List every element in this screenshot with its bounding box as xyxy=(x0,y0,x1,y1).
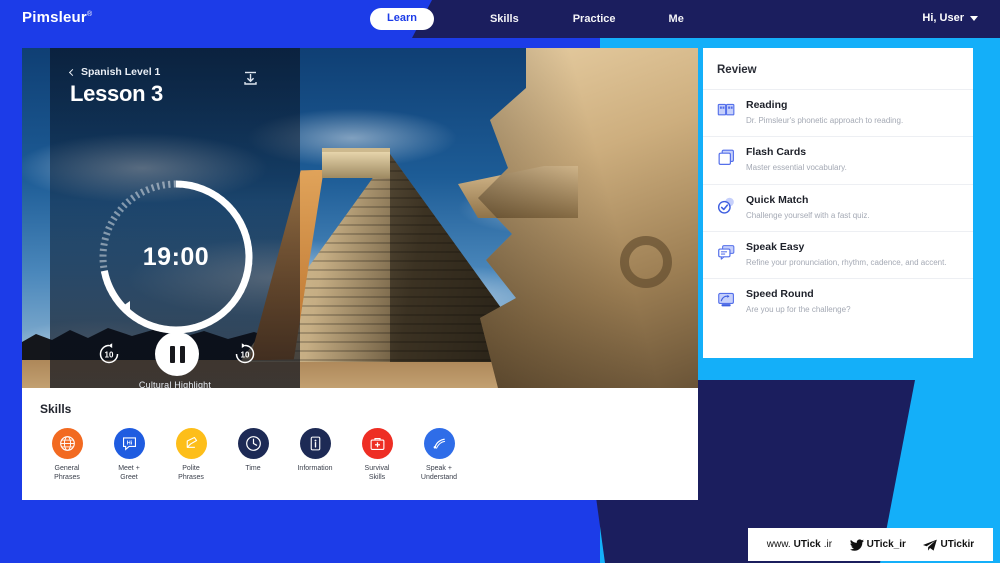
telegram-icon xyxy=(923,539,938,551)
review-item-description: Dr. Pimsleur's phonetic approach to read… xyxy=(746,116,904,126)
review-item[interactable]: Quick Match Challenge yourself with a fas… xyxy=(703,183,973,231)
review-item-text: Reading Dr. Pimsleur's phonetic approach … xyxy=(746,99,903,126)
review-item-name: Speak Easy xyxy=(746,240,805,253)
review-item-description: Refine your pronunciation, rhythm, caden… xyxy=(746,258,947,268)
review-item-description: Are you up for the challenge? xyxy=(746,305,851,315)
review-title: Review xyxy=(717,64,757,76)
nav-links: Learn Skills Practice Me xyxy=(370,0,684,38)
forward-10-button[interactable]: 10 xyxy=(231,340,259,368)
review-panel: Review Reading Dr. Pimsleur's phonetic ap… xyxy=(703,48,973,358)
book-icon xyxy=(717,99,737,125)
skill-label: Speak + Understand xyxy=(420,465,458,482)
skill-item[interactable]: Speak + Understand xyxy=(408,428,470,483)
skill-label: General Phrases xyxy=(54,465,80,482)
review-item[interactable]: Speak Easy Refine your pronunciation, rhy… xyxy=(703,230,973,278)
chevron-down-icon xyxy=(970,15,978,21)
chat-icon xyxy=(717,241,737,267)
chevron-left-icon xyxy=(68,68,77,76)
skill-item[interactable]: Information xyxy=(284,428,346,483)
pause-bar-right xyxy=(179,345,185,363)
lesson-card: Spanish Level 1 Lesson 3 19:00 10 10 Cul… xyxy=(22,48,698,500)
sound-wave-icon xyxy=(423,428,455,459)
info-board-icon xyxy=(299,428,331,459)
skill-label: Survival Skills xyxy=(364,465,390,482)
skills-section: Skills General Phrases Hi Meet + Greet Polite… xyxy=(22,388,698,500)
skill-item[interactable]: Survival Skills xyxy=(346,428,408,483)
tab-practice[interactable]: Practice xyxy=(573,13,616,25)
hand-wave-icon xyxy=(175,428,207,459)
lesson-timer: 19:00 xyxy=(92,173,260,341)
skill-item[interactable]: General Phrases xyxy=(36,428,98,483)
lesson-hero-image: Spanish Level 1 Lesson 3 19:00 10 10 Cul… xyxy=(22,48,698,388)
watermark-telegram: UTickir xyxy=(923,539,974,551)
timer-position-marker xyxy=(123,301,130,311)
watermark-twitter: UTick_ir xyxy=(849,538,906,551)
skill-item[interactable]: Hi Meet + Greet xyxy=(98,428,160,483)
playback-controls: 10 10 xyxy=(77,331,277,377)
review-item-name: Quick Match xyxy=(746,193,809,206)
tab-me[interactable]: Me xyxy=(669,13,684,25)
user-menu[interactable]: Hi, User xyxy=(922,12,978,24)
speech-bubble-icon: Hi xyxy=(113,428,145,459)
review-item-text: Speak Easy Refine your pronunciation, rhy… xyxy=(746,241,947,268)
user-menu-label: Hi, User xyxy=(922,12,964,24)
download-icon[interactable] xyxy=(244,71,257,90)
rewind-10-button[interactable]: 10 xyxy=(95,340,123,368)
registered-mark: ® xyxy=(86,11,93,18)
cards-icon xyxy=(717,146,737,172)
watermark-website: www. UTick .ir xyxy=(767,539,832,550)
svg-text:Hi: Hi xyxy=(126,440,132,446)
svg-text:10: 10 xyxy=(105,351,114,360)
review-item[interactable]: Speed Round Are you up for the challenge? xyxy=(703,278,973,325)
watermark-site-prefix: www. xyxy=(766,539,791,550)
skill-label: Polite Phrases xyxy=(178,465,204,482)
skill-label: Information xyxy=(297,465,333,472)
review-item-text: Flash Cards Master essential vocabulary. xyxy=(746,146,847,173)
app-logo[interactable]: Pimsleur® xyxy=(22,9,92,26)
breadcrumb-label: Spanish Level 1 xyxy=(81,66,161,78)
review-item[interactable]: Flash Cards Master essential vocabulary. xyxy=(703,136,973,183)
skill-item[interactable]: Polite Phrases xyxy=(160,428,222,483)
review-item-text: Speed Round Are you up for the challenge? xyxy=(746,288,851,315)
review-item[interactable]: Reading Dr. Pimsleur's phonetic approach … xyxy=(703,89,973,136)
watermark-site-tld: .ir xyxy=(823,539,833,550)
svg-text:10: 10 xyxy=(241,351,250,360)
skill-label: Time xyxy=(245,465,261,472)
speed-screen-icon xyxy=(717,288,737,314)
review-item-text: Quick Match Challenge yourself with a fas… xyxy=(746,194,870,221)
skill-label: Meet + Greet xyxy=(118,465,140,482)
skills-row: General Phrases Hi Meet + Greet Polite Phrases… xyxy=(22,428,698,483)
review-item-name: Reading xyxy=(746,99,788,111)
watermark-twitter-label: UTick_ir xyxy=(866,539,906,550)
logo-text: Pimsleur xyxy=(22,9,87,26)
hero-caption: Cultural Highlight xyxy=(138,380,212,388)
review-item-description: Master essential vocabulary. xyxy=(746,163,847,173)
tab-learn[interactable]: Learn xyxy=(370,8,434,30)
top-navigation-bar: Pimsleur® Learn Skills Practice Me Hi, U… xyxy=(0,0,1000,38)
review-item-name: Speed Round xyxy=(746,288,814,301)
pause-bar-left xyxy=(169,345,175,363)
skill-item[interactable]: Time xyxy=(222,428,284,483)
watermark-bar: www. UTick .ir UTick_ir UTickir xyxy=(748,528,993,561)
play-pause-button[interactable] xyxy=(155,332,199,376)
timer-value: 19:00 xyxy=(142,242,210,271)
twitter-icon xyxy=(849,538,864,551)
globe-icon xyxy=(51,428,83,459)
review-list: Reading Dr. Pimsleur's phonetic approach … xyxy=(703,89,973,326)
skills-title: Skills xyxy=(40,402,72,416)
first-aid-kit-icon xyxy=(361,428,393,459)
review-item-description: Challenge yourself with a fast quiz. xyxy=(746,210,870,220)
tab-skills[interactable]: Skills xyxy=(490,13,519,25)
check-circle-icon xyxy=(717,194,737,220)
pyramid-temple xyxy=(322,148,390,178)
watermark-telegram-label: UTickir xyxy=(940,539,975,550)
clock-icon xyxy=(237,428,269,459)
review-item-name: Flash Cards xyxy=(746,146,807,159)
watermark-site-label: UTick xyxy=(793,539,821,550)
